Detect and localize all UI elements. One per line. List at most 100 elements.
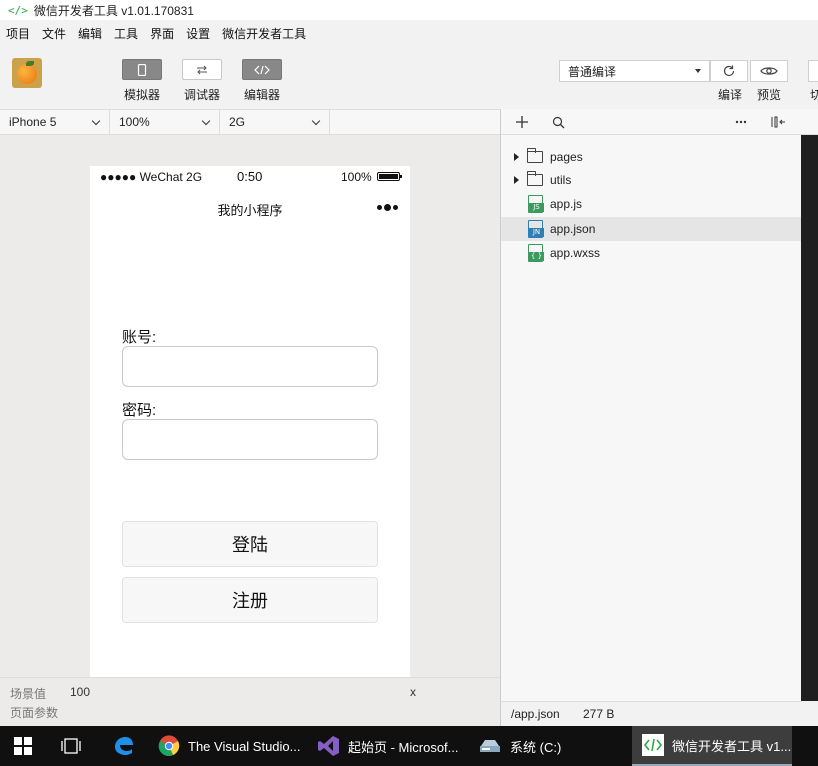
- menu-item-file[interactable]: 文件: [42, 25, 66, 42]
- page-info-trailing: x: [410, 685, 416, 699]
- simulator-label: 模拟器: [123, 88, 160, 102]
- account-label: 账号:: [122, 329, 157, 346]
- taskbar-app-chrome[interactable]: The Visual Studio...: [158, 726, 304, 766]
- drive-icon: [480, 740, 500, 752]
- add-file-icon[interactable]: [514, 113, 530, 131]
- menu-item-settings[interactable]: 设置: [186, 25, 210, 42]
- device-select[interactable]: iPhone 5: [0, 110, 110, 134]
- editor-tab-bar: [801, 109, 818, 135]
- windows-taskbar: The Visual Studio... 起始页 - Microsof... 系…: [0, 726, 818, 766]
- simulator-button[interactable]: [122, 59, 162, 80]
- simulator-panel: ●●●●● WeChat 2G 0:50 100% 我的小程序 账号: 密码: …: [0, 135, 500, 726]
- explorer-status-bar: /app.json 277 B: [500, 701, 801, 726]
- network-value: 2G: [229, 115, 246, 129]
- chevron-down-icon: [91, 116, 101, 126]
- orange-icon: [17, 64, 37, 84]
- menu-bar: 项目 文件 编辑 工具 界面 设置 微信开发者工具: [0, 22, 818, 44]
- tree-file-app-wxss[interactable]: { } app.wxss: [501, 241, 802, 265]
- compile-mode-select[interactable]: 普通编译: [559, 60, 710, 82]
- tree-item-label: app.js: [550, 197, 583, 211]
- windows-logo-icon: [14, 737, 32, 755]
- phone-screen: ●●●●● WeChat 2G 0:50 100% 我的小程序 账号: 密码: …: [90, 166, 410, 726]
- chevron-down-icon: [311, 116, 321, 126]
- zoom-value: 100%: [119, 115, 150, 129]
- edge-browser-icon: [115, 737, 133, 755]
- simulator-settings-bar: iPhone 5 100% 2G: [0, 109, 500, 135]
- tree-file-app-js[interactable]: JS app.js: [501, 192, 802, 216]
- tree-folder-pages[interactable]: pages: [501, 145, 802, 169]
- tree-item-label: pages: [550, 150, 583, 164]
- devtools-logo-icon: </>: [8, 3, 28, 17]
- taskbar-app-label: 系统 (C:): [510, 739, 562, 755]
- menu-item-tools[interactable]: 工具: [114, 25, 138, 42]
- dot-icon: [384, 204, 391, 211]
- chrome-icon: [158, 735, 180, 756]
- clock-text: 0:50: [237, 169, 263, 184]
- preview-label: 预览: [756, 88, 781, 102]
- folder-icon: [527, 171, 543, 186]
- collapse-panel-icon[interactable]: [769, 113, 787, 131]
- network-select[interactable]: 2G: [220, 110, 330, 134]
- explorer-toolbar: [501, 109, 802, 135]
- preview-button[interactable]: [750, 60, 788, 82]
- taskbar-app-explorer[interactable]: 系统 (C:): [478, 726, 624, 766]
- taskbar-app-label: 微信开发者工具 v1...: [672, 738, 792, 754]
- window-title: 微信开发者工具 v1.01.170831: [33, 3, 194, 18]
- menu-item-view[interactable]: 界面: [150, 25, 174, 42]
- carrier-text: ●●●●● WeChat 2G: [100, 170, 203, 184]
- expand-arrow-icon[interactable]: [514, 176, 519, 184]
- wxss-file-icon: { }: [528, 244, 544, 262]
- phone-status-bar: ●●●●● WeChat 2G 0:50 100%: [90, 166, 410, 186]
- password-input[interactable]: [122, 419, 378, 460]
- debugger-button[interactable]: [182, 59, 222, 80]
- file-explorer: pages utils JS app.js JN app.json { } ap…: [500, 109, 802, 726]
- code-editor-pane[interactable]: [801, 135, 818, 701]
- dot-icon: [377, 205, 382, 210]
- file-type-tag: JS: [529, 203, 544, 212]
- login-button[interactable]: 登陆: [122, 521, 378, 567]
- eye-icon: [760, 67, 778, 75]
- main-toolbar: 模拟器 调试器 编辑器 普通编译 编译 预览 切: [0, 46, 818, 108]
- cut-button[interactable]: [808, 60, 818, 82]
- debugger-label: 调试器: [183, 88, 220, 102]
- phone-icon: [137, 63, 147, 76]
- search-icon[interactable]: [550, 113, 566, 131]
- menu-item-project[interactable]: 项目: [6, 25, 30, 42]
- tree-file-app-json[interactable]: JN app.json: [501, 217, 802, 241]
- compile-button[interactable]: [710, 60, 748, 82]
- compile-mode-value: 普通编译: [568, 64, 617, 79]
- taskbar-app-label: The Visual Studio...: [188, 738, 301, 754]
- account-input[interactable]: [122, 346, 378, 387]
- tree-item-label: app.wxss: [550, 246, 601, 260]
- scene-label: 场景值: [10, 687, 47, 701]
- cut-label: 切: [810, 88, 818, 102]
- zoom-select[interactable]: 100%: [110, 110, 220, 134]
- chevron-down-icon: [201, 116, 211, 126]
- tree-folder-utils[interactable]: utils: [501, 168, 802, 192]
- device-value: iPhone 5: [9, 115, 57, 129]
- task-view-icon: [61, 738, 81, 754]
- current-file-size: 277 B: [583, 707, 615, 721]
- battery-text: 100%: [341, 170, 372, 184]
- page-info-bar: 场景值 100 页面参数 x: [0, 677, 500, 726]
- dot-icon: [393, 205, 398, 210]
- start-button[interactable]: [14, 726, 34, 766]
- user-avatar[interactable]: [12, 58, 42, 88]
- task-view-button[interactable]: [60, 726, 84, 766]
- taskbar-app-visual-studio[interactable]: 起始页 - Microsof...: [318, 726, 466, 766]
- editor-label: 编辑器: [243, 88, 280, 102]
- menu-item-devtools[interactable]: 微信开发者工具: [222, 25, 306, 42]
- editor-button[interactable]: [242, 59, 282, 80]
- register-button[interactable]: 注册: [122, 577, 378, 623]
- edge-button[interactable]: [112, 726, 136, 766]
- more-menu-icon[interactable]: [377, 204, 400, 211]
- current-file-path: /app.json: [511, 707, 560, 721]
- wechat-devtools-icon: [642, 734, 664, 756]
- visual-studio-icon: [318, 736, 339, 756]
- leaf-icon: [26, 61, 34, 66]
- file-type-tag: { }: [529, 252, 544, 261]
- more-options-icon[interactable]: [733, 113, 749, 131]
- expand-arrow-icon[interactable]: [514, 153, 519, 161]
- menu-item-edit[interactable]: 编辑: [78, 25, 102, 42]
- taskbar-app-wechat-devtools[interactable]: 微信开发者工具 v1...: [632, 726, 792, 766]
